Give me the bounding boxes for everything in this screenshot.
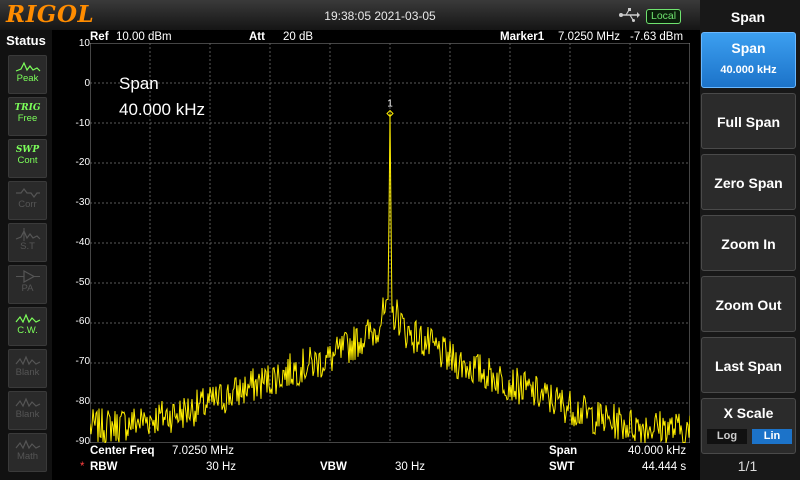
status-title: Status [6,33,46,48]
status-math-button[interactable]: Math [8,433,47,472]
status-label: Free [17,113,38,124]
datetime: 19:38:05 2021-03-05 [324,9,436,23]
y-tick-label: -10 [75,118,90,129]
status-label: Corr [18,199,37,210]
status-peak-button[interactable]: Peak [8,55,47,94]
rbw-label[interactable]: RBW [90,461,117,473]
cw-icon [15,313,40,324]
y-tick-label: 0 [84,78,90,89]
status-label: Math [16,451,39,462]
y-tick-label: -60 [75,316,90,327]
status-blank-button-2[interactable]: Blank [8,391,47,430]
pa-icon [15,270,40,283]
status-label: Peak [16,73,39,84]
marker-freq: 7.0250 MHz [558,31,621,43]
vbw-value: 30 Hz [395,461,426,473]
softkey-label: Full Span [717,114,780,130]
y-tick-label: -30 [75,197,90,208]
rbw-manual-star: * [80,461,85,473]
marker-number: 1 [387,99,393,110]
menu-page-number: 1/1 [737,458,758,474]
zoom-out-softkey[interactable]: Zoom Out [701,276,796,332]
status-label: S.T [20,241,35,252]
y-tick-label: -80 [75,396,90,407]
status-cw-button[interactable]: C.W. [8,307,47,346]
overlay-value: 40.000 kHz [119,100,205,119]
center-freq-label[interactable]: Center Freq [90,445,155,457]
softkey-value: 40.000 kHz [720,64,777,76]
softkey-label: X Scale [723,405,774,421]
y-tick-label: -90 [75,436,90,447]
status-label: Blank [15,367,40,378]
y-tick-label: -40 [75,237,90,248]
softkey-label: Last Span [715,358,782,374]
signal-track-icon [15,228,40,241]
status-st-button[interactable]: S.T [8,223,47,262]
status-label: Blank [15,409,40,420]
x-scale-log-option[interactable]: Log [707,429,747,444]
span-softkey[interactable]: Span 40.000 kHz [701,32,796,88]
swt-label[interactable]: SWT [549,461,575,473]
y-tick-label: -20 [75,157,90,168]
local-status-badge[interactable]: Local [646,9,682,24]
y-tick-label: 10 [78,38,90,49]
status-label: C.W. [17,325,38,336]
y-tick-label: -70 [75,356,90,367]
zoom-in-softkey[interactable]: Zoom In [701,215,796,271]
zero-span-softkey[interactable]: Zero Span [701,154,796,210]
status-corr-button[interactable]: Corr [8,181,47,220]
corr-icon [15,188,40,198]
status-label: PA [21,283,34,294]
softkey-label: Zoom Out [715,297,782,313]
swt-value: 44.444 s [642,461,687,473]
usb-icon [619,8,640,22]
status-label: Cont [17,155,38,166]
x-scale-lin-option[interactable]: Lin [752,429,792,444]
center-freq-value: 7.0250 MHz [172,445,235,457]
ref-label: Ref [90,31,109,43]
softkey-label: Span [731,40,766,56]
x-scale-softkey[interactable]: X Scale Log Lin [701,398,796,454]
marker-level: -7.63 dBm [630,31,684,43]
status-blank-button-1[interactable]: Blank [8,349,47,388]
status-sweep-button[interactable]: SWP Cont [8,139,47,178]
marker-label: Marker1 [500,31,545,43]
softkey-label: Zoom In [721,236,776,252]
att-value: 20 dB [283,31,314,43]
overlay-title: Span [119,74,159,93]
softkey-label: Zero Span [714,175,783,191]
span-label[interactable]: Span [549,445,577,457]
peak-icon [15,61,40,72]
sweep-icon: SWP [15,145,40,155]
last-span-softkey[interactable]: Last Span [701,337,796,393]
status-pa-button[interactable]: PA [8,265,47,304]
trig-icon: TRIG [14,103,41,113]
status-trigger-button[interactable]: TRIG Free [8,97,47,136]
att-label: Att [249,31,265,43]
full-span-softkey[interactable]: Full Span [701,93,796,149]
math-icon [15,439,40,450]
rbw-value: 30 Hz [206,461,237,473]
menu-title: Span [730,9,766,25]
y-tick-label: -50 [75,277,90,288]
vbw-label[interactable]: VBW [320,461,347,473]
span-value: 40.000 kHz [628,445,687,457]
ref-value: 10.00 dBm [116,31,172,43]
rigol-logo: RIGOL [6,1,95,28]
blank-icon [15,355,40,366]
blank-icon [15,397,40,408]
